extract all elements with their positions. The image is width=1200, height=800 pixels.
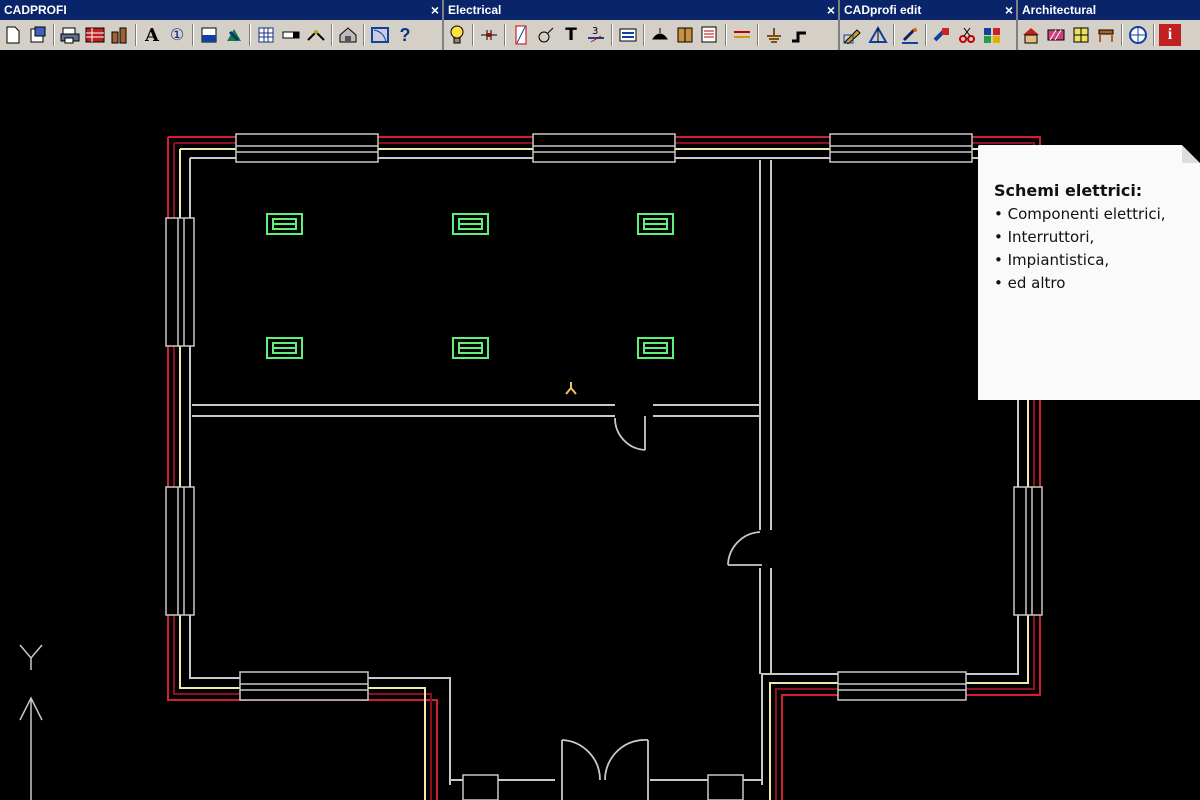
table-red-icon[interactable]: [84, 24, 106, 46]
light-fixture: [452, 337, 489, 359]
print-icon[interactable]: [59, 24, 81, 46]
cadprofi-edit-toolbar: CADprofi edit ×: [840, 0, 1018, 50]
cadprofi-toolbar-title-text: CADPROFI: [4, 3, 67, 17]
light-fixture: [637, 213, 674, 235]
grid-block-icon[interactable]: [255, 24, 277, 46]
electrical-toolbar-title-text: Electrical: [448, 3, 502, 17]
toolbar-area: CADPROFI × A ① ? Electrical × T 3 CADpro…: [0, 0, 1200, 50]
wiring-line-icon[interactable]: [731, 24, 753, 46]
doors: [561, 416, 762, 800]
furniture-icon[interactable]: [1095, 24, 1117, 46]
house-icon[interactable]: [1020, 24, 1042, 46]
close-icon[interactable]: ×: [431, 0, 439, 20]
drawing-canvas[interactable]: Schemi elettrici: Componenti elettrici, …: [0, 50, 1200, 800]
cadprofi-edit-toolbar-title[interactable]: CADprofi edit ×: [840, 0, 1016, 20]
conduit-icon[interactable]: [788, 24, 810, 46]
antenna-icon[interactable]: T: [560, 24, 582, 46]
help-icon[interactable]: ?: [394, 24, 416, 46]
wall-hatch-icon[interactable]: [1045, 24, 1067, 46]
window-block-icon[interactable]: [198, 24, 220, 46]
edit-pencil-icon[interactable]: [842, 24, 864, 46]
info-icon[interactable]: i: [1159, 24, 1181, 46]
light-fixture: [266, 337, 303, 359]
architectural-toolbar-title-text: Architectural: [1022, 3, 1097, 17]
light-fixture: [266, 213, 303, 235]
cable-tray-icon[interactable]: [510, 24, 532, 46]
building-icon[interactable]: [109, 24, 131, 46]
scissors-icon[interactable]: [956, 24, 978, 46]
brush-edit-icon[interactable]: [899, 24, 921, 46]
architectural-toolbar: Architectural i: [1018, 0, 1200, 50]
open-library-icon[interactable]: [27, 24, 49, 46]
explode-block-icon[interactable]: [981, 24, 1003, 46]
circuit-icon[interactable]: [478, 24, 500, 46]
cadprofi-toolbar: CADPROFI × A ① ?: [0, 0, 444, 50]
cabinet-icon[interactable]: [674, 24, 696, 46]
new-drawing-icon[interactable]: [2, 24, 24, 46]
home-settings-icon[interactable]: [337, 24, 359, 46]
door-icon[interactable]: [369, 24, 391, 46]
stairs-icon[interactable]: [223, 24, 245, 46]
compass-icon[interactable]: [1127, 24, 1149, 46]
note-list-item: Impiantistica,: [994, 249, 1190, 272]
note-list: Componenti elettrici, Interruttori, Impi…: [994, 203, 1190, 295]
distribution-board-icon[interactable]: [617, 24, 639, 46]
cadprofi-edit-toolbar-title-text: CADprofi edit: [844, 3, 922, 17]
socket-icon[interactable]: [535, 24, 557, 46]
light-fixtures: [266, 213, 674, 359]
symmetry-icon[interactable]: [867, 24, 889, 46]
window-icon[interactable]: [1070, 24, 1092, 46]
numbering-icon[interactable]: ①: [166, 24, 188, 46]
phase-marker-icon[interactable]: 3: [585, 24, 607, 46]
eraser-icon[interactable]: [280, 24, 302, 46]
note-title: Schemi elettrici:: [994, 181, 1143, 200]
electrical-toolbar: Electrical × T 3: [444, 0, 840, 50]
ceiling-lamp-icon[interactable]: [649, 24, 671, 46]
electrical-toolbar-title[interactable]: Electrical ×: [444, 0, 838, 20]
note-list-item: Interruttori,: [994, 226, 1190, 249]
light-fixture: [452, 213, 489, 235]
block-edit-icon[interactable]: [931, 24, 953, 46]
measure-tool-icon[interactable]: [305, 24, 327, 46]
text-icon[interactable]: A: [141, 24, 163, 46]
architectural-toolbar-title[interactable]: Architectural: [1018, 0, 1200, 20]
ucs-axis-icon: [19, 644, 43, 800]
light-bulb-icon[interactable]: [446, 24, 468, 46]
close-icon[interactable]: ×: [827, 0, 835, 20]
cadprofi-toolbar-title[interactable]: CADPROFI ×: [0, 0, 442, 20]
note-list-item: ed altro: [994, 272, 1190, 295]
light-fixture: [637, 337, 674, 359]
close-icon[interactable]: ×: [1005, 0, 1013, 20]
crosshair-cursor-icon: [565, 382, 577, 395]
interior-walls: [192, 160, 772, 674]
info-note-panel: Schemi elettrici: Componenti elettrici, …: [978, 145, 1200, 400]
grounding-icon[interactable]: [763, 24, 785, 46]
svg-text:3: 3: [592, 26, 598, 37]
note-list-item: Componenti elettrici,: [994, 203, 1190, 226]
panel-schedule-icon[interactable]: [699, 24, 721, 46]
